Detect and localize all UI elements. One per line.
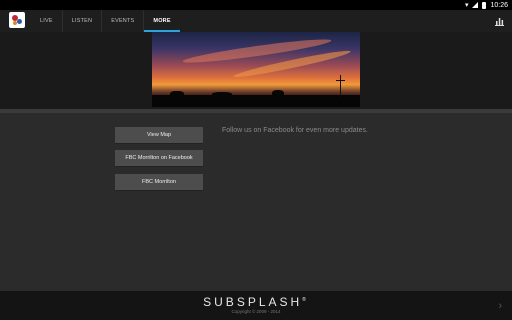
church-logo[interactable] xyxy=(9,12,25,28)
wifi-icon: ▾ xyxy=(464,2,469,9)
tab-events[interactable]: EVENTS xyxy=(102,10,145,32)
top-navigation-bar: LIVE LISTEN EVENTS MORE xyxy=(0,10,512,33)
footer: SUBSPLASH® Copyright © 2009 - 2014 › xyxy=(0,291,512,320)
stats-icon[interactable] xyxy=(495,17,504,26)
brand-name: SUBSPLASH® xyxy=(0,295,512,309)
facebook-button[interactable]: FBC Morrilton on Facebook xyxy=(115,150,203,167)
copyright-text: Copyright © 2009 - 2014 xyxy=(231,309,281,314)
tab-more[interactable]: MORE xyxy=(144,10,181,32)
tab-bar: LIVE LISTEN EVENTS MORE xyxy=(31,10,181,32)
view-map-button[interactable]: View Map xyxy=(115,127,203,144)
facebook-description: Follow us on Facebook for even more upda… xyxy=(222,127,368,134)
sunset-image xyxy=(152,32,360,107)
brand-label: SUBSPLASH xyxy=(203,295,303,309)
chevron-right-icon[interactable]: › xyxy=(498,300,502,312)
section-divider xyxy=(0,109,512,113)
hero-banner xyxy=(0,32,512,109)
tab-live[interactable]: LIVE xyxy=(31,10,63,32)
tab-listen[interactable]: LISTEN xyxy=(63,10,103,32)
signal-icon xyxy=(472,2,479,8)
website-button[interactable]: FBC Morrilton xyxy=(115,174,203,191)
battery-icon xyxy=(482,1,487,9)
status-bar: ▾ 10:26 xyxy=(0,0,512,10)
status-time: 10:26 xyxy=(490,1,508,9)
trademark-symbol: ® xyxy=(302,297,309,303)
status-icons: ▾ 10:26 xyxy=(465,1,508,9)
